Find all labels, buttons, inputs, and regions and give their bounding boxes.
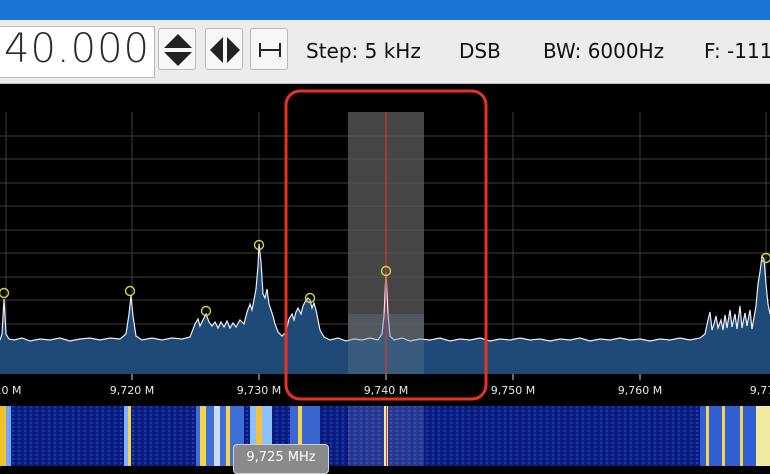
waterfall-display[interactable] — [0, 406, 770, 466]
frequency-nudge-button[interactable] — [205, 28, 243, 70]
filter-label[interactable]: F: -111 — [704, 39, 770, 63]
axis-label: 9,730 M — [237, 384, 281, 397]
axis-label: 9,740 M — [364, 384, 408, 397]
peak-marker — [0, 289, 9, 298]
toolbar: 740.000 Step: 5 kHz DSB BW: 6000Hz F: -1… — [0, 20, 770, 84]
waterfall-panel[interactable] — [0, 406, 770, 466]
frequency-value: 740.000 — [0, 26, 150, 72]
mode-label[interactable]: DSB — [459, 39, 501, 63]
axis-label: 9,720 M — [110, 384, 154, 397]
frequency-stepper-button[interactable] — [158, 28, 196, 70]
left-right-arrows-icon — [206, 29, 244, 71]
window-titlebar — [0, 0, 770, 20]
frequency-display[interactable]: 740.000 — [0, 26, 155, 78]
span-width-icon — [251, 29, 289, 71]
spectrum-panel[interactable]: 10 M 9,720 M 9,730 M 9,740 M 9,750 M 9,7… — [0, 84, 770, 406]
bandwidth-label[interactable]: BW: 6000Hz — [543, 39, 664, 63]
span-width-button[interactable] — [250, 28, 288, 70]
step-label[interactable]: Step: 5 kHz — [306, 39, 421, 63]
up-down-arrows-icon — [159, 29, 197, 71]
peak-marker — [126, 287, 135, 296]
axis-label: 10 M — [0, 384, 21, 397]
axis-label: 9,750 M — [491, 384, 535, 397]
axis-label: 9,760 M — [618, 384, 662, 397]
waterfall-frequency-tooltip: 9,725 MHz — [233, 444, 329, 474]
axis-label: 9,77 — [750, 384, 770, 397]
spectrum-plot[interactable]: 10 M 9,720 M 9,730 M 9,740 M 9,750 M 9,7… — [0, 84, 770, 406]
